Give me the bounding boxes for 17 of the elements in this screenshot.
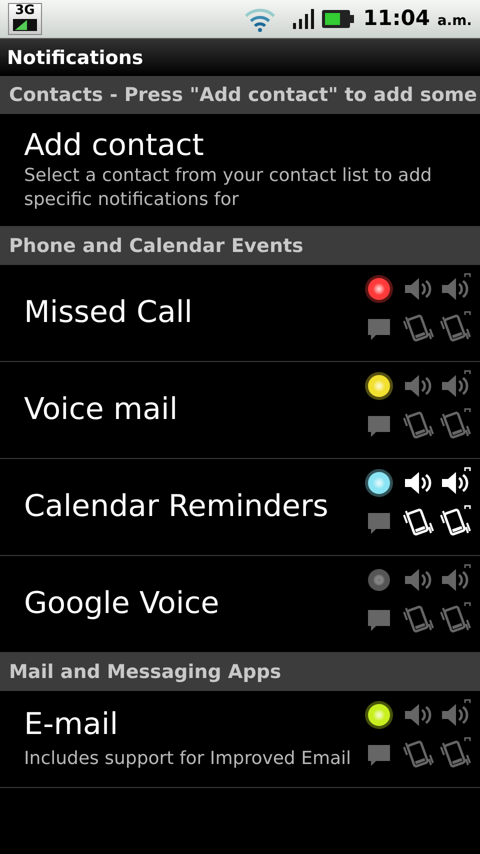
item-subtitle: Select a contact from your contact list to add specific notifications for <box>24 164 433 212</box>
item-title[interactable]: Missed Call <box>24 295 364 331</box>
screen-title: Notifications <box>0 38 480 76</box>
section-header: Phone and Calendar Events <box>0 227 480 265</box>
item-title: Add contact <box>24 128 205 164</box>
item-title[interactable]: E-mail <box>24 707 364 743</box>
item-title[interactable]: Google Voice <box>24 586 364 622</box>
item-subtitle: Includes support for Improved Email <box>24 747 352 771</box>
section-header: Contacts - Press "Add contact" to add some <box>0 76 480 114</box>
section-header: Mail and Messaging Apps <box>0 653 480 691</box>
network-type-icon: 3G <box>8 3 42 35</box>
item-title[interactable]: Calendar Reminders <box>24 489 364 525</box>
battery-icon <box>321 9 356 29</box>
wifi-icon <box>243 6 278 32</box>
vibrate-repeat-icon[interactable] <box>438 505 472 537</box>
clock-text: 11:04 a.m. <box>363 5 472 32</box>
item-title[interactable]: Voice mail <box>24 392 364 428</box>
